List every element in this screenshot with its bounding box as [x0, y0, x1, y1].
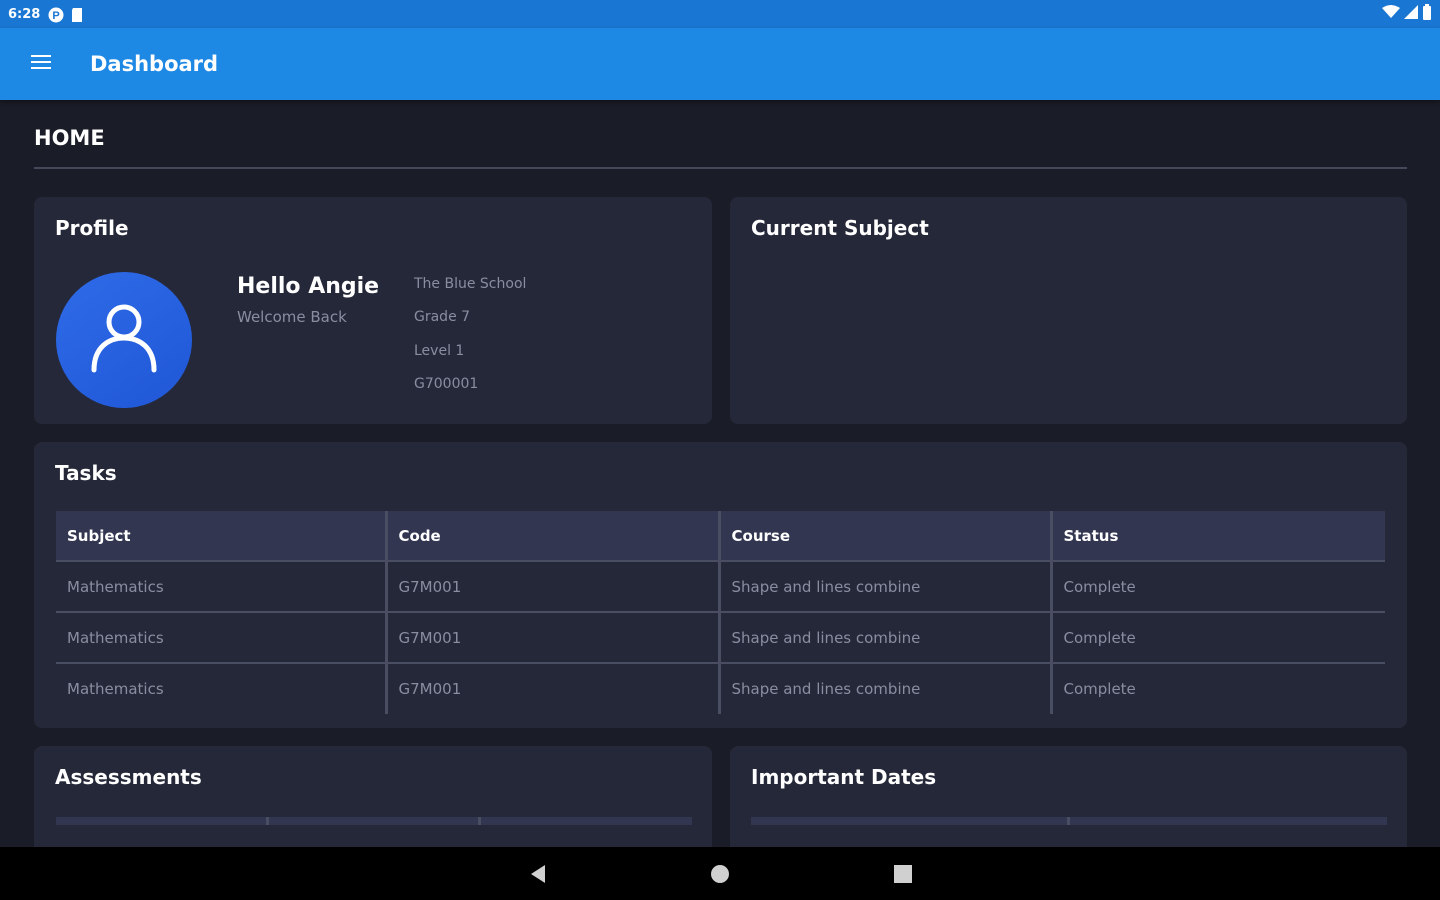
- user-outline-icon: [89, 302, 159, 378]
- battery-icon: [1422, 4, 1432, 24]
- app-bar-title: Dashboard: [90, 52, 219, 76]
- wifi-icon: [1382, 5, 1400, 23]
- greeting-text: Hello Angie: [237, 274, 380, 299]
- cell-course: Shape and lines combine: [717, 663, 1051, 714]
- column-header-code[interactable]: Code: [384, 511, 719, 562]
- svg-text:P: P: [53, 10, 60, 22]
- nav-recents-button[interactable]: [892, 863, 914, 885]
- table-row[interactable]: Mathematics G7M001 Shape and lines combi…: [56, 612, 1385, 664]
- main-content: HOME Profile Hello Angie Welcome Back Th…: [0, 100, 1440, 847]
- column-header-course[interactable]: Course: [717, 511, 1051, 562]
- assessments-table-header: [56, 817, 692, 825]
- cell-status: Complete: [1049, 561, 1385, 613]
- school-name: The Blue School: [414, 276, 527, 292]
- profile-card-title: Profile: [55, 216, 129, 240]
- hamburger-menu-icon: [31, 54, 51, 74]
- cell-course: Shape and lines combine: [717, 612, 1051, 664]
- level-text: Level 1: [414, 343, 465, 359]
- column-header-subject[interactable]: Subject: [56, 511, 386, 562]
- important-dates-card: Important Dates: [730, 746, 1407, 847]
- column-header-status[interactable]: Status: [1049, 511, 1385, 562]
- nav-home-button[interactable]: [709, 863, 731, 885]
- important-dates-table-header: [751, 817, 1387, 825]
- cell-subject: Mathematics: [56, 561, 386, 613]
- student-id: G700001: [414, 376, 479, 392]
- square-recents-icon: [892, 865, 914, 889]
- cell-course: Shape and lines combine: [717, 561, 1051, 613]
- cell-subject: Mathematics: [67, 680, 164, 698]
- table-header-row: Subject Code Course Status: [56, 511, 1385, 562]
- sd-card-icon: [70, 7, 84, 22]
- profile-card: Profile Hello Angie Welcome Back The Blu…: [34, 197, 712, 424]
- grade-text: Grade 7: [414, 309, 471, 325]
- table-row[interactable]: Mathematics G7M001 Shape and lines combi…: [56, 663, 1385, 714]
- column-separator: [266, 817, 269, 825]
- important-dates-card-title: Important Dates: [751, 765, 937, 789]
- notification-p-icon: P: [48, 7, 64, 23]
- current-subject-card: Current Subject: [730, 197, 1407, 424]
- cell-code: G7M001: [384, 561, 719, 613]
- nav-back-button[interactable]: [527, 863, 549, 885]
- menu-button[interactable]: [0, 28, 82, 100]
- tasks-table: Subject Code Course Status Mathematics G…: [56, 511, 1385, 714]
- page-title: HOME: [34, 126, 105, 150]
- current-subject-title: Current Subject: [751, 216, 929, 240]
- tasks-card-title: Tasks: [55, 461, 117, 485]
- cell-subject: Mathematics: [56, 612, 386, 664]
- system-nav-bar: [0, 847, 1440, 900]
- app-bar: Dashboard: [0, 28, 1440, 100]
- avatar[interactable]: [56, 272, 192, 408]
- status-bar: 6:28 P: [0, 0, 1440, 28]
- assessments-card-title: Assessments: [55, 765, 202, 789]
- heading-divider: [34, 167, 1407, 169]
- cell-code: G7M001: [384, 612, 719, 664]
- circle-home-icon: [709, 865, 731, 889]
- column-separator: [1067, 817, 1070, 825]
- assessments-card: Assessments: [34, 746, 712, 847]
- table-row[interactable]: Mathematics G7M001 Shape and lines combi…: [56, 561, 1385, 613]
- status-time: 6:28: [8, 6, 41, 22]
- triangle-back-icon: [527, 865, 549, 889]
- column-separator: [478, 817, 481, 825]
- tasks-card: Tasks Subject Code Course Status Mathema…: [34, 442, 1407, 728]
- signal-icon: [1404, 5, 1418, 23]
- cell-status: Complete: [1049, 663, 1385, 714]
- welcome-text: Welcome Back: [237, 308, 347, 326]
- cell-status: Complete: [1049, 612, 1385, 664]
- cell-code: G7M001: [384, 663, 719, 714]
